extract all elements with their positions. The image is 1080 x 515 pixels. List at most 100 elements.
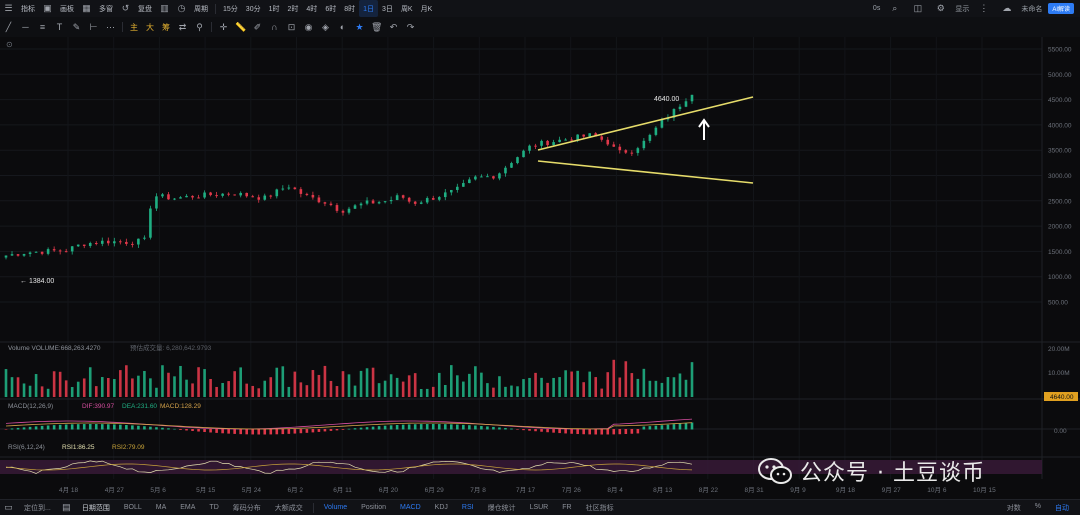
- replay-icon[interactable]: ↺: [120, 3, 131, 14]
- calendar-icon[interactable]: ▤: [61, 502, 72, 513]
- indicator-lsur[interactable]: LSUR: [523, 504, 556, 511]
- indicator-main[interactable]: 主: [130, 22, 138, 33]
- percent-scale-toggle[interactable]: %: [1028, 503, 1048, 513]
- volume-tick: 10.00M: [1048, 370, 1070, 377]
- channel-icon[interactable]: ≡: [37, 22, 48, 33]
- more-tools-icon[interactable]: ⋯: [105, 22, 116, 33]
- period-1h[interactable]: 1时: [265, 0, 284, 17]
- measure-icon[interactable]: ⊢: [88, 22, 99, 33]
- indicator-rsi[interactable]: RSI: [455, 504, 481, 511]
- period-1d[interactable]: 1日: [359, 0, 379, 17]
- indicator-td[interactable]: TD: [202, 504, 225, 511]
- macd-histogram-bar: [335, 429, 339, 431]
- candle-body: [125, 241, 128, 244]
- more-icon[interactable]: ⋮: [978, 3, 989, 14]
- volume-bar: [52, 371, 56, 397]
- eye-icon[interactable]: ◉: [303, 22, 314, 33]
- layout-name[interactable]: 未命名: [1021, 4, 1042, 14]
- brush-icon[interactable]: ✐: [252, 22, 263, 33]
- ruler-icon[interactable]: 📏: [235, 22, 246, 33]
- locate-icon[interactable]: ▭: [3, 502, 14, 513]
- indicator-position[interactable]: Position: [354, 504, 393, 511]
- indicator-ma[interactable]: MA: [149, 504, 174, 511]
- favorite-icon[interactable]: ★: [354, 22, 365, 33]
- camera-icon[interactable]: ◫: [912, 3, 923, 14]
- candle-body: [215, 195, 218, 197]
- chart-type-icon[interactable]: ▥: [159, 3, 170, 14]
- board-icon[interactable]: ▣: [42, 3, 53, 14]
- price-chart[interactable]: 4640.00 ← 1384.00 ⊙ 5500.00 5000.00 4500.00 4…: [0, 37, 1080, 500]
- candle-body: [383, 201, 387, 203]
- volume-bar: [498, 376, 501, 397]
- log-scale-toggle[interactable]: 对数: [1000, 503, 1028, 513]
- period-2h[interactable]: 2时: [284, 0, 303, 17]
- macd-histogram-bar: [173, 428, 176, 430]
- display-button[interactable]: 显示: [955, 4, 969, 14]
- candle-body: [239, 192, 242, 196]
- indicator-large[interactable]: 大: [146, 22, 154, 33]
- undo-icon[interactable]: ↶: [388, 22, 399, 33]
- volume-bar: [612, 359, 616, 397]
- menu-indicators[interactable]: 指标: [17, 0, 39, 17]
- period-15m[interactable]: 15分: [219, 0, 242, 17]
- indicator-fr[interactable]: FR: [555, 504, 578, 511]
- candle-body: [323, 202, 327, 204]
- trendline-icon[interactable]: ╱: [3, 22, 14, 33]
- period-8h[interactable]: 8时: [340, 0, 359, 17]
- volume-bar: [365, 368, 369, 397]
- volume-bar: [82, 378, 86, 397]
- indicator-volume[interactable]: Volume: [317, 504, 354, 511]
- redo-icon[interactable]: ↷: [405, 22, 416, 33]
- settings-icon[interactable]: ⚙: [935, 3, 946, 14]
- magnet-icon[interactable]: ∩: [269, 22, 280, 33]
- period-30m[interactable]: 30分: [242, 0, 265, 17]
- indicator-liquidations[interactable]: 爆仓统计: [481, 503, 523, 513]
- volume-bar: [401, 381, 405, 397]
- indicator-large-trades[interactable]: 大额成交: [268, 503, 310, 513]
- layers-icon[interactable]: ◈: [320, 22, 331, 33]
- period-3d[interactable]: 3日: [378, 0, 397, 17]
- candle-body: [22, 254, 26, 256]
- indicator-macd[interactable]: MACD: [393, 504, 428, 511]
- ai-badge[interactable]: AI解读: [1048, 3, 1074, 14]
- trash-icon[interactable]: 🗑: [371, 22, 382, 33]
- pencil-icon[interactable]: ✎: [71, 22, 82, 33]
- indicator-kdj[interactable]: KDJ: [428, 504, 455, 511]
- indicator-community[interactable]: 社区指标: [579, 503, 621, 513]
- alert-icon[interactable]: ⚲: [194, 22, 205, 33]
- candle-body: [377, 202, 381, 204]
- volume-bar: [40, 386, 44, 397]
- menu-multi-window[interactable]: 多窗: [95, 0, 117, 17]
- period-1w[interactable]: 周K: [397, 0, 417, 17]
- menu-board[interactable]: 画板: [56, 0, 78, 17]
- indicator-boll[interactable]: BOLL: [117, 504, 149, 511]
- auto-scale-toggle[interactable]: 自动: [1048, 503, 1076, 513]
- clock-icon[interactable]: ◷: [176, 3, 187, 14]
- indicator-chips[interactable]: 筹: [162, 22, 170, 33]
- search-icon[interactable]: ⌕: [889, 3, 900, 14]
- cloud-icon[interactable]: ☁: [1001, 3, 1012, 14]
- menu-period[interactable]: 周期: [190, 0, 212, 17]
- locate-button[interactable]: 定位到...: [17, 503, 58, 513]
- macd-histogram-bar: [413, 424, 417, 430]
- volume-bar: [287, 386, 291, 397]
- indicator-chip-distribution[interactable]: 筹码分布: [226, 503, 268, 513]
- volume-bar: [462, 381, 465, 397]
- candle-body: [34, 251, 38, 253]
- volume-bar: [624, 361, 628, 397]
- period-6h[interactable]: 6时: [321, 0, 340, 17]
- menu-replay[interactable]: 复盘: [134, 0, 156, 17]
- grid-icon[interactable]: ▦: [81, 3, 92, 14]
- text-icon[interactable]: T: [54, 22, 65, 33]
- lock-icon[interactable]: ⊡: [286, 22, 297, 33]
- crosshair-icon[interactable]: ✛: [218, 22, 229, 33]
- horizontal-line-icon[interactable]: ─: [20, 22, 31, 33]
- macd-histogram-bar: [612, 429, 616, 435]
- period-4h[interactable]: 4时: [302, 0, 321, 17]
- menu-icon[interactable]: ☰: [3, 3, 14, 14]
- compare-icon[interactable]: ⇄: [177, 22, 188, 33]
- date-range-button[interactable]: 日期范围: [75, 503, 117, 513]
- period-1m[interactable]: 月K: [417, 0, 437, 17]
- hide-icon[interactable]: ◐: [337, 22, 348, 33]
- indicator-ema[interactable]: EMA: [173, 504, 202, 511]
